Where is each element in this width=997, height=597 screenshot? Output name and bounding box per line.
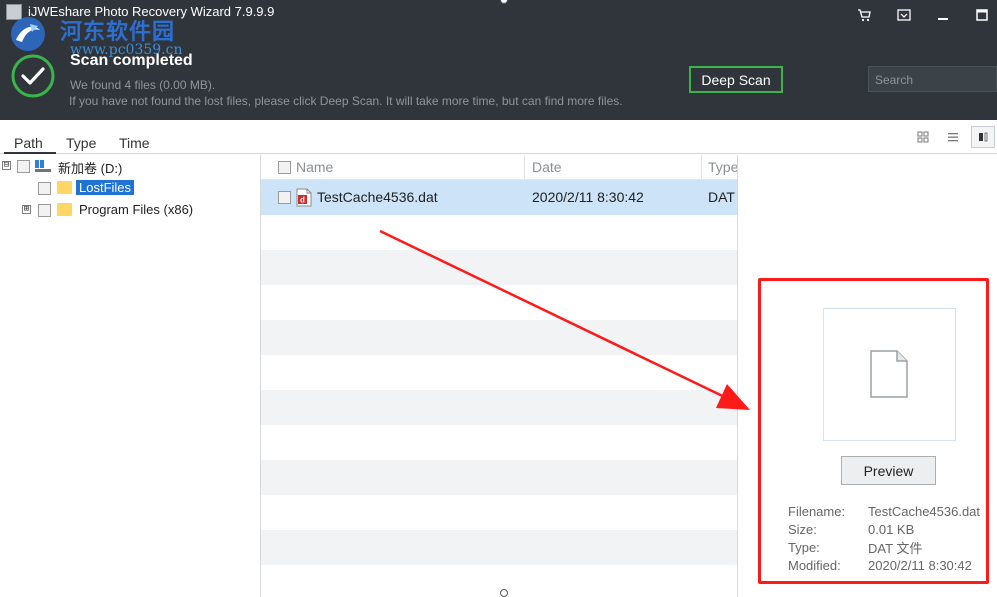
grid-view-icon[interactable]: [913, 127, 933, 147]
empty-row: [261, 390, 737, 425]
select-all-checkbox[interactable]: [278, 161, 291, 174]
folder-icon: [57, 203, 72, 216]
empty-row: [261, 530, 737, 565]
detail-view-icon[interactable]: [971, 126, 995, 148]
file-list-header: Name Date Type: [261, 155, 737, 180]
tree-program-files-checkbox[interactable]: [38, 204, 51, 217]
file-row-checkbox[interactable]: [278, 191, 291, 204]
tree-item-lostfiles[interactable]: LostFiles: [76, 180, 135, 195]
active-tab-indicator: [4, 152, 56, 154]
file-name: TestCache4536.dat: [317, 189, 438, 205]
app-header: iJWEshare Photo Recovery Wizard 7.9.9.9 …: [0, 0, 997, 120]
search-box: [868, 66, 997, 92]
scan-status-title: Scan completed: [70, 52, 193, 69]
drive-icon: [35, 160, 51, 172]
list-view-icon[interactable]: [943, 127, 963, 147]
register-icon[interactable]: [891, 4, 917, 26]
check-circle-icon: [11, 54, 55, 98]
empty-row: [261, 425, 737, 460]
empty-row: [261, 355, 737, 390]
svg-text:d: d: [300, 196, 305, 205]
tree-program-files-expander[interactable]: ⊞: [22, 205, 31, 214]
search-input[interactable]: [875, 71, 993, 89]
file-row[interactable]: d TestCache4536.dat 2020/2/11 8:30:42 DA…: [261, 180, 737, 215]
tab-type[interactable]: Type: [66, 135, 96, 151]
cart-icon[interactable]: [851, 4, 877, 26]
empty-row: [261, 320, 737, 355]
tree-lostfiles-checkbox[interactable]: [38, 182, 51, 195]
tree-root-label[interactable]: 新加卷 (D:): [58, 158, 122, 177]
watermark-logo-icon: [11, 17, 45, 51]
column-separator[interactable]: [701, 155, 702, 180]
tree-root-checkbox[interactable]: [17, 160, 30, 173]
maximize-icon[interactable]: [969, 4, 995, 26]
tree-root-expander[interactable]: ⊟: [2, 161, 11, 170]
minimize-icon[interactable]: [930, 4, 956, 26]
selection-handle[interactable]: [500, 589, 508, 597]
file-type: DAT: [708, 189, 735, 205]
column-header-type[interactable]: Type: [708, 159, 737, 175]
empty-row: [261, 215, 737, 250]
tree-item-program-files[interactable]: Program Files (x86): [79, 202, 193, 217]
folder-tree: [0, 155, 261, 597]
tab-path[interactable]: Path: [14, 135, 43, 151]
found-files-text: We found 4 files (0.00 MB).: [70, 78, 216, 92]
dat-file-icon: d: [296, 188, 312, 207]
column-header-name[interactable]: Name: [296, 159, 333, 175]
deep-scan-button[interactable]: Deep Scan: [689, 66, 783, 93]
empty-row: [261, 495, 737, 530]
column-separator[interactable]: [524, 155, 525, 180]
empty-row: [261, 285, 737, 320]
folder-icon: [57, 181, 72, 194]
file-list: Name Date Type d TestCache4536.dat 2020/…: [261, 155, 738, 597]
deep-scan-hint: If you have not found the lost files, pl…: [69, 94, 623, 108]
annotation-highlight-box: [758, 278, 989, 584]
column-header-date[interactable]: Date: [532, 159, 562, 175]
empty-row: [261, 460, 737, 495]
empty-row: [261, 250, 737, 285]
file-date: 2020/2/11 8:30:42: [532, 189, 644, 205]
tab-time[interactable]: Time: [119, 135, 150, 151]
